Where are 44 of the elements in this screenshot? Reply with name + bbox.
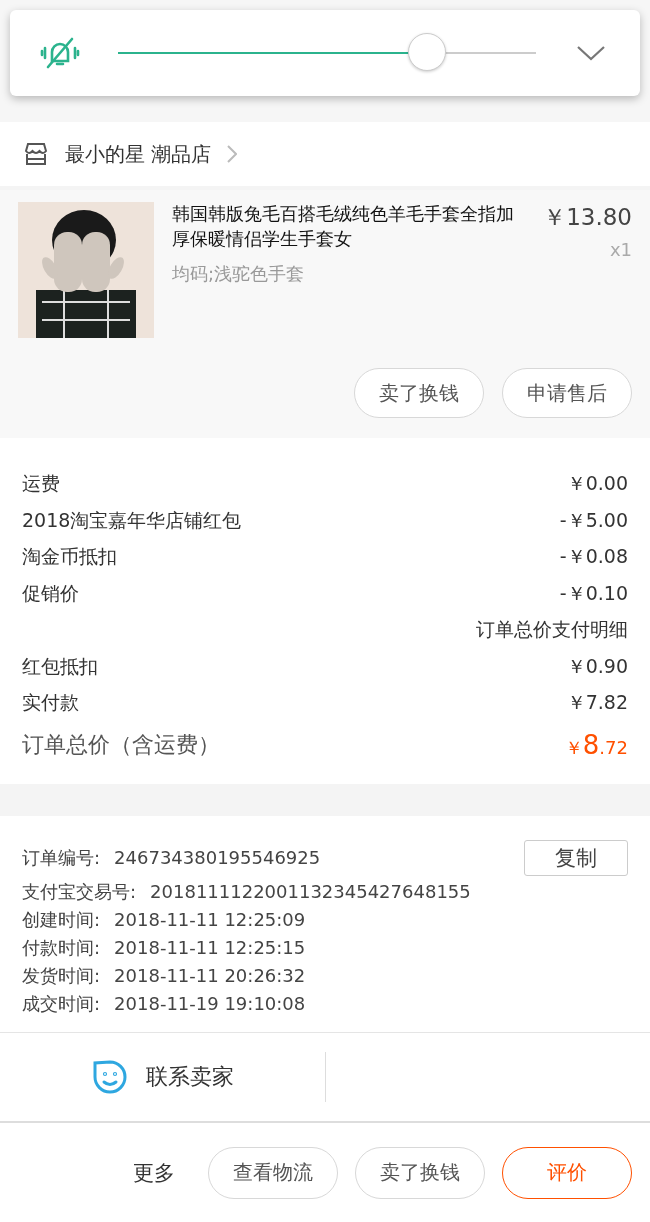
- payment-details-link[interactable]: 订单总价支付明细: [476, 617, 628, 644]
- store-name[interactable]: 最小的星 潮品店: [65, 140, 212, 168]
- product-action-button[interactable]: 申请售后: [502, 368, 632, 418]
- fee-value: -￥0.10: [559, 580, 628, 606]
- product-action-button[interactable]: 卖了换钱: [354, 368, 484, 418]
- chat-face-icon: [91, 1058, 128, 1095]
- more-button[interactable]: 更多: [133, 1158, 175, 1187]
- fee-label: 运费: [22, 471, 60, 497]
- product-quantity: x1: [609, 239, 632, 260]
- total-price: ￥8.72: [564, 729, 628, 760]
- fee-label: 2018淘宝嘉年华店铺红包: [22, 507, 242, 533]
- info-label: 订单编号:: [22, 845, 101, 870]
- fee-value: ￥0.90: [566, 653, 628, 679]
- info-label: 创建时间:: [22, 907, 101, 932]
- info-label: 成交时间:: [22, 991, 101, 1016]
- product-title[interactable]: 韩国韩版兔毛百搭毛绒纯色羊毛手套全指加厚保暖情侣学生手套女: [172, 202, 524, 252]
- fee-label: 实付款: [22, 690, 79, 716]
- fee-value: -￥0.08: [559, 544, 628, 570]
- volume-thumb[interactable]: [408, 33, 447, 71]
- order-action-button[interactable]: 卖了换钱: [355, 1146, 485, 1199]
- product-sku: 均码;浅驼色手套: [172, 262, 306, 286]
- info-label: 发货时间:: [22, 963, 101, 988]
- order-action-button[interactable]: 查看物流: [208, 1146, 338, 1199]
- fee-label: 红包抵扣: [22, 653, 98, 679]
- total-label: 订单总价（含运费）: [22, 730, 220, 759]
- copy-button[interactable]: 复制: [524, 839, 628, 876]
- store-icon: [23, 142, 49, 166]
- product-price: ￥13.80: [543, 203, 632, 232]
- info-value: 246734380195546925: [114, 847, 321, 868]
- chevron-right-icon[interactable]: [227, 145, 238, 163]
- info-value: 2018-11-11 12:25:15: [114, 937, 306, 958]
- fee-value: ￥7.82: [566, 690, 628, 716]
- info-value: 2018-11-11 12:25:09: [114, 909, 306, 930]
- info-value: 2018111122001132345427648155: [150, 881, 471, 902]
- fee-label: 促销价: [22, 580, 79, 606]
- fee-value: -￥5.00: [559, 507, 628, 533]
- bell-muted-icon[interactable]: [40, 37, 80, 69]
- chevron-down-icon[interactable]: [576, 45, 606, 61]
- info-value: 2018-11-19 19:10:08: [114, 993, 306, 1014]
- info-label: 支付宝交易号:: [22, 879, 137, 904]
- fee-label: 淘金币抵扣: [22, 544, 117, 570]
- info-value: 2018-11-11 20:26:32: [114, 965, 306, 986]
- fee-value: ￥0.00: [566, 471, 628, 497]
- info-label: 付款时间:: [22, 935, 101, 960]
